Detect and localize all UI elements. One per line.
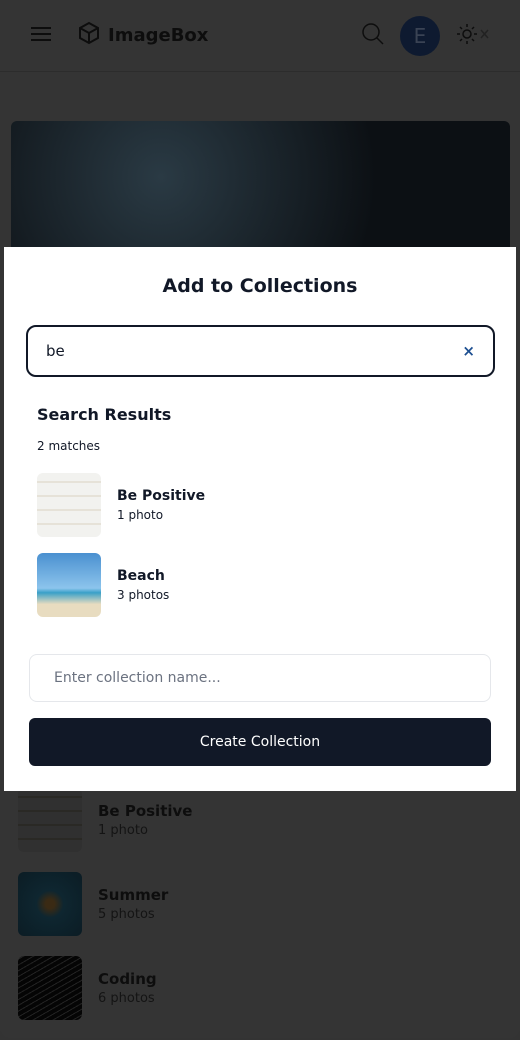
- thumbnail: [37, 473, 101, 537]
- item-count: 1 photo: [98, 823, 148, 838]
- menu-icon[interactable]: [30, 26, 52, 46]
- logo[interactable]: ImageBox: [78, 21, 208, 50]
- list-item[interactable]: Summer 5 photos: [18, 872, 520, 936]
- collection-name-input[interactable]: [29, 654, 491, 702]
- app-header: ImageBox E: [0, 0, 520, 72]
- avatar[interactable]: E: [400, 15, 440, 56]
- thumbnail: [37, 553, 101, 617]
- cube-icon: [78, 21, 100, 50]
- search-results: Be Positive 1 photo Beach 3 photos: [37, 473, 205, 633]
- list-item[interactable]: Be Positive 1 photo: [18, 788, 520, 852]
- result-title: Beach: [117, 568, 165, 584]
- collection-list: Be Positive 1 photo Summer 5 photos Coding…: [18, 788, 520, 1040]
- search-value[interactable]: be: [46, 342, 462, 360]
- app-title: ImageBox: [108, 25, 209, 46]
- search-icon[interactable]: [362, 22, 384, 49]
- modal-title: Add to Collections: [162, 275, 358, 297]
- thumbnail: [18, 872, 82, 936]
- add-to-collections-modal: Add to Collections be × Search Results 2…: [4, 247, 516, 791]
- results-heading: Search Results: [37, 405, 172, 424]
- item-count: 6 photos: [98, 991, 155, 1006]
- hero-image: [11, 121, 510, 261]
- thumbnail: [18, 788, 82, 852]
- result-item[interactable]: Beach 3 photos: [37, 553, 205, 617]
- item-count: 5 photos: [98, 907, 155, 922]
- thumbnail: [18, 956, 82, 1020]
- result-count: 1 photo: [117, 508, 164, 522]
- item-title: Be Positive: [98, 802, 193, 820]
- result-count: 3 photos: [117, 588, 170, 602]
- collection-search-input[interactable]: be ×: [26, 325, 495, 377]
- theme-toggle-icon[interactable]: [456, 23, 490, 49]
- result-title: Be Positive: [117, 488, 206, 504]
- clear-search-icon[interactable]: ×: [462, 342, 475, 360]
- list-item[interactable]: Coding 6 photos: [18, 956, 520, 1020]
- create-collection-button[interactable]: Create Collection: [29, 718, 491, 766]
- item-title: Coding: [98, 970, 157, 988]
- result-item[interactable]: Be Positive 1 photo: [37, 473, 205, 537]
- match-count: 2 matches: [37, 439, 101, 453]
- item-title: Summer: [98, 886, 169, 904]
